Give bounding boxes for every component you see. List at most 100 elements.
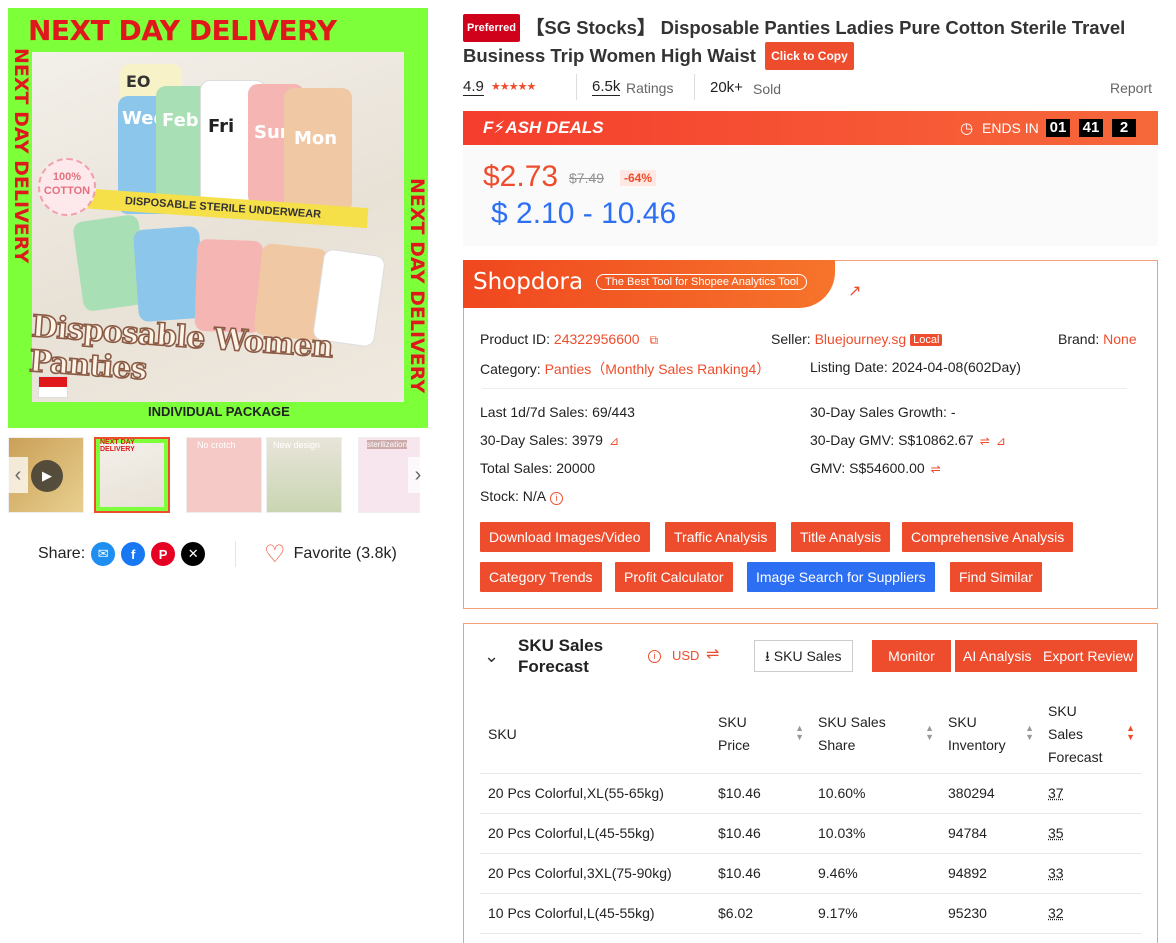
share-label: Share: bbox=[38, 545, 86, 562]
comprehensive-analysis-button[interactable]: Comprehensive Analysis bbox=[902, 522, 1074, 552]
chevron-down-icon[interactable]: ⌄ bbox=[484, 646, 499, 667]
thumbnail-4[interactable]: New design bbox=[266, 437, 342, 513]
sku-share: 10.60% bbox=[810, 773, 940, 814]
sku-panel-title: SKU Sales Forecast bbox=[518, 636, 604, 676]
monitor-button[interactable]: Monitor bbox=[872, 640, 951, 672]
sku-inventory: 94892 bbox=[940, 853, 1040, 894]
divider bbox=[235, 541, 237, 567]
forecast-value[interactable]: 37 bbox=[1048, 785, 1064, 801]
download-icon: ⭳ bbox=[765, 648, 770, 664]
thumbnail-strip: ▶ NEXT DAY DELIVERY No crotch New design… bbox=[8, 437, 428, 513]
sku-forecast[interactable]: 33 bbox=[1040, 853, 1141, 894]
messenger-icon[interactable]: ✉ bbox=[91, 542, 116, 566]
preferred-badge: Preferred bbox=[463, 14, 520, 42]
download-images-button[interactable]: Download Images/Video bbox=[480, 522, 650, 552]
main-product-image[interactable]: NEXT DAY DELIVERY NEXT DAY DELIVERY NEXT… bbox=[8, 8, 428, 428]
seller-link[interactable]: Bluejourney.sg bbox=[815, 331, 907, 347]
share-row: Share: ✉ f P ✕ ♡ Favorite (3.8k) bbox=[38, 540, 397, 568]
seller-row: Seller: Bluejourney.sg Local bbox=[771, 331, 943, 347]
column-header-share[interactable]: SKU Sales Share ▲ ▼ bbox=[810, 696, 940, 774]
divider bbox=[576, 74, 577, 100]
traffic-analysis-button[interactable]: Traffic Analysis bbox=[665, 522, 777, 552]
sort-icon[interactable]: ▲ ▼ bbox=[795, 724, 804, 742]
currency-swap-icon[interactable]: ⇌ bbox=[706, 644, 719, 664]
product-id-value[interactable]: 24322956600 bbox=[554, 331, 640, 347]
info-icon[interactable]: i bbox=[550, 492, 564, 505]
thumbnail-prev-arrow[interactable]: ‹ bbox=[8, 457, 28, 493]
product-id-label: Product ID: bbox=[480, 331, 551, 347]
export-review-button[interactable]: Export Review bbox=[1039, 640, 1138, 672]
ends-in-label: ENDS IN bbox=[982, 120, 1039, 136]
find-similar-button[interactable]: Find Similar bbox=[950, 562, 1042, 592]
sku-price: $6.02 bbox=[710, 893, 810, 934]
sold-label: Sold bbox=[753, 81, 782, 97]
currency-swap-icon[interactable]: ⇌ bbox=[931, 462, 941, 476]
sku-inventory: 380294 bbox=[940, 773, 1040, 814]
report-link[interactable]: Report bbox=[1110, 80, 1152, 96]
shopdora-header: Shopdora The Best Tool for Shopee Analyt… bbox=[463, 260, 835, 308]
sku-sales-button[interactable]: ⭳ SKU Sales bbox=[754, 640, 853, 672]
package-label: EO bbox=[126, 72, 151, 91]
play-icon[interactable]: ▶ bbox=[31, 460, 63, 492]
copy-icon[interactable]: ⧉ bbox=[649, 333, 658, 347]
column-header-forecast[interactable]: SKU Sales Forecast ▲ ▼ bbox=[1040, 696, 1141, 774]
thumbnail-3[interactable]: No crotch bbox=[186, 437, 262, 513]
x-twitter-icon[interactable]: ✕ bbox=[181, 542, 206, 566]
flash-deals-logo: F⚡ASH DEALS bbox=[483, 118, 604, 137]
countdown-hours: 01 bbox=[1046, 119, 1070, 137]
currency-swap-icon[interactable]: ⇌ bbox=[980, 434, 990, 448]
seller-label: Seller: bbox=[771, 331, 811, 347]
countdown-seconds: 2 bbox=[1112, 119, 1136, 137]
usd-price-range: $ 2.10 - 10.46 bbox=[491, 197, 677, 230]
ai-analysis-button[interactable]: AI Analysis bbox=[955, 640, 1040, 672]
sort-icon[interactable]: ▲ ▼ bbox=[1025, 724, 1034, 742]
rating-row: 4.9 ★★★★★ 6.5k Ratings 20k+ Sold Report bbox=[463, 74, 1153, 102]
trend-chart-icon[interactable]: ⊿ bbox=[996, 434, 1006, 448]
column-header-label: SKU Sales Forecast bbox=[1048, 702, 1103, 765]
column-header-inventory[interactable]: SKU Inventory ▲ ▼ bbox=[940, 696, 1040, 774]
info-icon[interactable]: i bbox=[648, 650, 661, 663]
sku-forecast[interactable]: 32 bbox=[1040, 893, 1141, 934]
thumbnail-next-arrow[interactable]: › bbox=[408, 457, 428, 493]
category-trends-button[interactable]: Category Trends bbox=[480, 562, 602, 592]
sku-forecast[interactable]: 37 bbox=[1040, 773, 1141, 814]
forecast-value[interactable]: 35 bbox=[1048, 825, 1064, 841]
listing-date-label: Listing Date: bbox=[810, 359, 888, 375]
image-search-suppliers-button[interactable]: Image Search for Suppliers bbox=[747, 562, 935, 592]
rating-score[interactable]: 4.9 bbox=[463, 78, 484, 96]
sort-icon[interactable]: ▲ ▼ bbox=[1126, 724, 1135, 742]
table-row: 20 Pcs Colorful,L(45-55kg) $10.46 10.03%… bbox=[480, 813, 1141, 854]
sku-forecast[interactable]: 35 bbox=[1040, 813, 1141, 854]
thumbnail-caption: No crotch bbox=[197, 440, 236, 450]
copy-title-button[interactable]: Click to Copy bbox=[765, 42, 854, 70]
thumbnail-active[interactable]: NEXT DAY DELIVERY bbox=[94, 437, 170, 513]
profit-calculator-button[interactable]: Profit Calculator bbox=[615, 562, 733, 592]
forecast-value[interactable]: 32 bbox=[1048, 905, 1064, 921]
sales-growth: 30-Day Sales Growth: - bbox=[810, 404, 956, 420]
brand-value[interactable]: None bbox=[1103, 331, 1136, 347]
heart-icon[interactable]: ♡ bbox=[264, 540, 286, 569]
discount-badge: -64% bbox=[620, 170, 657, 186]
countdown-minutes: 41 bbox=[1079, 119, 1103, 137]
sold-count: 20k+ bbox=[710, 79, 743, 96]
forecast-value[interactable]: 33 bbox=[1048, 865, 1064, 881]
column-header-price[interactable]: SKU Price ▲ ▼ bbox=[710, 696, 810, 774]
facebook-icon[interactable]: f bbox=[121, 542, 146, 566]
category-link[interactable]: Panties（Monthly Sales Ranking4） bbox=[545, 361, 771, 377]
banner-next-day-delivery: NEXT DAY DELIVERY bbox=[28, 14, 337, 47]
trend-chart-icon[interactable]: ⊿ bbox=[609, 434, 619, 448]
favorite-count[interactable]: Favorite (3.8k) bbox=[294, 545, 397, 563]
divider bbox=[482, 388, 1127, 389]
external-link-icon[interactable]: ↗ bbox=[848, 281, 866, 300]
currency-label[interactable]: USD bbox=[672, 648, 699, 663]
sort-icon[interactable]: ▲ ▼ bbox=[925, 724, 934, 742]
brand-row: Brand: None bbox=[1058, 331, 1137, 347]
title-analysis-button[interactable]: Title Analysis bbox=[791, 522, 891, 552]
pinterest-icon[interactable]: P bbox=[151, 542, 176, 566]
ratings-count[interactable]: 6.5k bbox=[592, 78, 621, 96]
package-label: Fri bbox=[208, 116, 235, 137]
banner-side-left: NEXT DAY DELIVERY bbox=[10, 48, 32, 264]
price-box: $2.73 $7.49 -64% $ 2.10 - 10.46 bbox=[463, 145, 1158, 246]
sales-30d: 30-Day Sales: 3979 bbox=[480, 432, 603, 448]
sku-forecast-panel: ⌄ SKU Sales Forecast i USD ⇌ ⭳ SKU Sales… bbox=[463, 623, 1158, 943]
